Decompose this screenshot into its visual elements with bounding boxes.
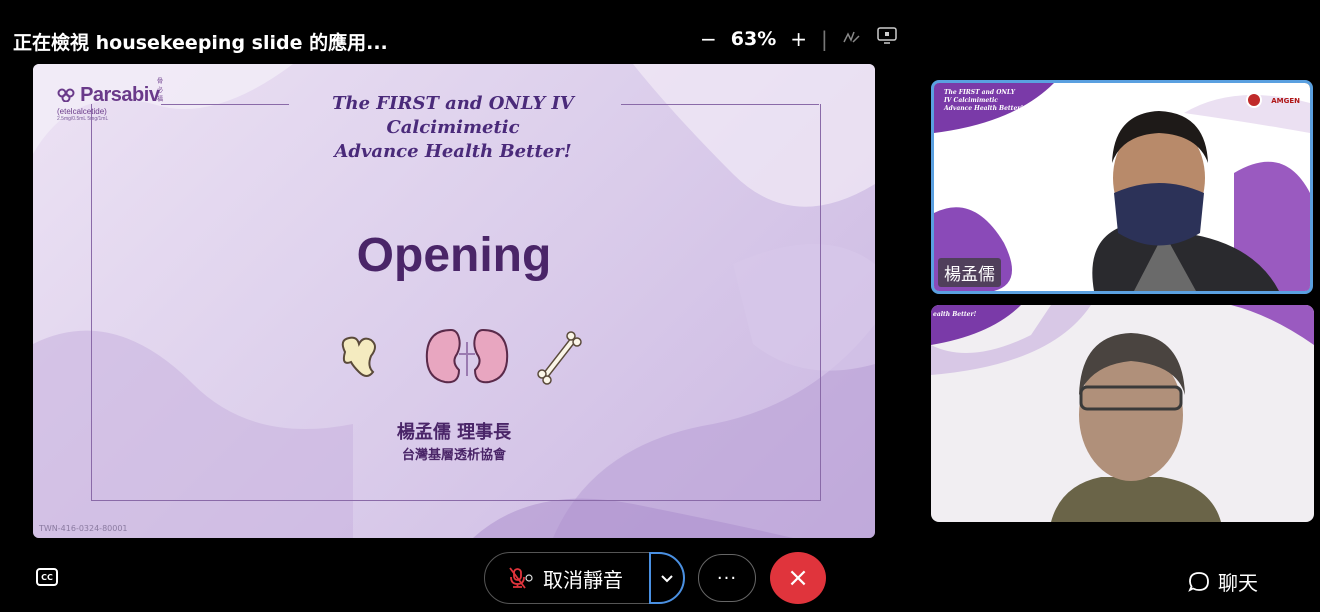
tagline-line-1: The FIRST and ONLY IV Calcimimetic <box>332 93 574 138</box>
toolbar-separator: | <box>821 26 828 51</box>
unmute-button[interactable]: 取消靜音 <box>485 553 671 603</box>
zoom-out-button[interactable]: − <box>700 27 717 51</box>
shared-slide: 骨必福 Parsabiv (etelcalcetide) 2.5mg/0.5mL… <box>33 64 875 538</box>
chat-button[interactable]: 聊天 <box>1188 567 1258 596</box>
video-bg-line-2: IV Calcimimetic <box>944 97 998 104</box>
end-call-button[interactable]: × <box>770 552 826 604</box>
parathyroid-icon <box>341 336 376 377</box>
screen-share-icon[interactable] <box>876 26 898 51</box>
logo-generic: (etelcalcetide) <box>57 107 107 116</box>
participant-video-tile[interactable]: The FIRST and ONLY IV Calcimimetic Advan… <box>931 80 1313 294</box>
video-bg-line-3: Advance Health Better! <box>944 105 1024 112</box>
slide-frame-top-right <box>621 104 819 105</box>
logo-brand: Parsabiv <box>57 84 160 107</box>
organ-illustrations <box>333 322 593 396</box>
slide-speaker: 楊孟儒 理事長 <box>396 422 512 443</box>
participant-video-tile[interactable]: ealth Better! <box>931 305 1314 522</box>
participant-video-feed <box>931 305 1314 522</box>
zoom-controls: − 63% + | <box>700 26 898 51</box>
video-bg-line-1: The FIRST and ONLY <box>944 89 1016 96</box>
slide-title: Opening <box>356 229 552 282</box>
slide-code: TWN-416-0324-80001 <box>39 524 128 533</box>
chat-bubble-icon <box>1188 571 1209 592</box>
captions-button[interactable]: CC <box>36 568 58 586</box>
kidneys-icon <box>425 328 509 384</box>
amgen-logo-icon <box>1246 92 1262 108</box>
sponsor-label: AMGEN <box>1271 97 1300 105</box>
chat-label: 聊天 <box>1218 571 1258 595</box>
bone-icon <box>537 331 582 385</box>
slide-frame-top-left <box>161 104 289 105</box>
parsabiv-mark-icon <box>57 88 75 103</box>
tagline-line-2: Advance Health Better! <box>334 141 572 162</box>
viewing-status-text: 正在檢視 housekeeping slide 的應用... <box>13 32 388 54</box>
unmute-label: 取消靜音 <box>543 567 623 592</box>
annotate-icon[interactable] <box>842 28 862 50</box>
mic-muted-icon <box>509 567 533 589</box>
slide-association: 台灣基層透析協會 <box>401 448 506 463</box>
video-background-text: The FIRST and ONLY IV Calcimimetic Advan… <box>944 89 1023 113</box>
zoom-level: 63% <box>730 27 777 50</box>
top-bar: 正在檢視 housekeeping slide 的應用... − 63% + | <box>0 0 1320 62</box>
unmute-control: 取消靜音 <box>484 552 685 604</box>
logo-doses: 2.5mg/0.5mL 5mg/1mL <box>57 116 109 122</box>
more-options-button[interactable]: ··· <box>698 554 756 602</box>
logo-chinese-name: 骨必福 <box>157 79 164 103</box>
zoom-in-button[interactable]: + <box>790 27 807 51</box>
audio-options-dropdown[interactable] <box>649 552 685 604</box>
parsabiv-logo: 骨必福 Parsabiv (etelcalcetide) 2.5mg/0.5mL… <box>57 79 163 122</box>
slide-tagline: The FIRST and ONLY IV Calcimimetic Advan… <box>283 92 623 164</box>
participant-name-tag: 楊孟儒 <box>938 258 1001 287</box>
video-background-text: ealth Better! <box>933 311 977 318</box>
logo-brand-text: Parsabiv <box>80 84 160 106</box>
chevron-down-icon <box>661 575 673 583</box>
